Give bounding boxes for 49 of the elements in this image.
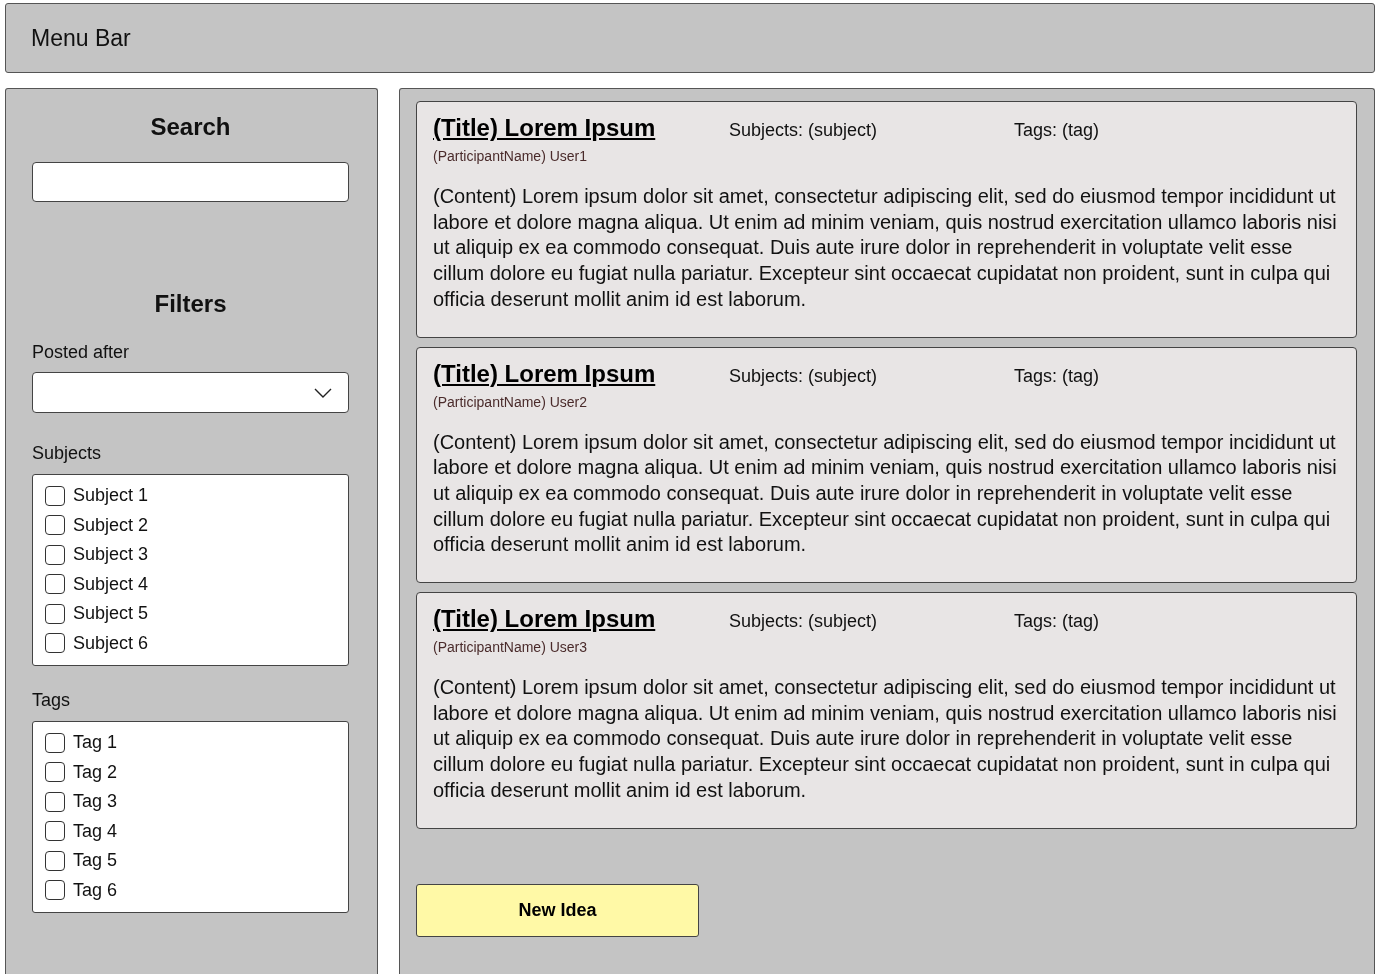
date-dropdown[interactable] xyxy=(32,372,349,413)
checkbox[interactable] xyxy=(45,762,65,783)
participant-name: (ParticipantName) User2 xyxy=(433,393,589,410)
checkbox[interactable] xyxy=(45,791,65,812)
checkbox[interactable] xyxy=(45,515,65,536)
checkbox-label[interactable]: Subject 6 xyxy=(73,631,149,655)
search-heading: Search xyxy=(149,113,232,141)
checkbox-label[interactable]: Tag 1 xyxy=(73,731,118,755)
checkbox-label[interactable]: Subject 3 xyxy=(73,543,149,567)
participant-name: (ParticipantName) User3 xyxy=(433,639,589,656)
search-field[interactable] xyxy=(32,162,349,202)
checkbox[interactable] xyxy=(45,850,65,871)
checkbox-label[interactable]: Tag 3 xyxy=(73,790,118,814)
checkbox-label[interactable]: Subject 2 xyxy=(73,513,149,537)
idea-title-link[interactable]: (Title) Lorem Ipsum xyxy=(433,359,729,388)
filters-heading: Filters xyxy=(153,290,228,318)
field-label: Posted after xyxy=(32,342,131,363)
checkbox-label[interactable]: Subject 5 xyxy=(73,602,149,626)
idea-content: (Content) Lorem ipsum dolor sit amet, consectetur adipiscing elit, sed do eiusmod tempor incididunt ut labore et dolore magna aliqua. Ut enim ad minim veniam, quis nostrud exercitation ullamco laboris nisi ut aliquip ex ea commodo consequat. Duis aute irure dolor in reprehenderit in voluptate velit esse cillum dolore eu fugiat nulla pariatur. Excepteur sint occaecat cupidatat non proident, sunt in culpa qui officia deserunt mollit anim id est laborum. xyxy=(433,429,1338,558)
checkbox[interactable] xyxy=(45,574,65,595)
checkbox[interactable] xyxy=(45,880,65,901)
checkbox-label[interactable]: Tag 4 xyxy=(73,819,118,843)
idea-tags: Tags: (tag) xyxy=(1014,365,1164,387)
idea-subjects: Subjects: (subject) xyxy=(729,365,879,387)
field-label: Subjects xyxy=(32,443,103,464)
idea-content: (Content) Lorem ipsum dolor sit amet, consectetur adipiscing elit, sed do eiusmod tempor incididunt ut labore et dolore magna aliqua. Ut enim ad minim veniam, quis nostrud exercitation ullamco laboris nisi ut aliquip ex ea commodo consequat. Duis aute irure dolor in reprehenderit in voluptate velit esse cillum dolore eu fugiat nulla pariatur. Excepteur sint occaecat cupidatat non proident, sunt in culpa qui officia deserunt mollit anim id est laborum. xyxy=(433,184,1338,312)
menu-bar-title: Menu Bar xyxy=(31,24,131,52)
idea-title-link[interactable]: (Title) Lorem Ipsum xyxy=(433,605,729,634)
idea-subjects: Subjects: (subject) xyxy=(729,611,879,633)
idea-title-link[interactable]: (Title) Lorem Ipsum xyxy=(433,114,729,142)
field-label: Tags xyxy=(32,690,72,711)
new-idea-button[interactable]: New Idea xyxy=(416,883,699,937)
checkbox-label[interactable]: Tag 2 xyxy=(73,760,118,784)
chevron-down-icon xyxy=(314,387,332,398)
checkbox-label[interactable]: Subject 1 xyxy=(73,484,149,508)
checkbox[interactable] xyxy=(45,544,65,565)
idea-content: (Content) Lorem ipsum dolor sit amet, consectetur adipiscing elit, sed do eiusmod tempor incididunt ut labore et dolore magna aliqua. Ut enim ad minim veniam, quis nostrud exercitation ullamco laboris nisi ut aliquip ex ea commodo consequat. Duis aute irure dolor in reprehenderit in voluptate velit esse cillum dolore eu fugiat nulla pariatur. Excepteur sint occaecat cupidatat non proident, sunt in culpa qui officia deserunt mollit anim id est laborum. xyxy=(433,675,1338,803)
checkbox-label[interactable]: Subject 4 xyxy=(73,572,149,596)
checkbox[interactable] xyxy=(45,633,65,654)
checkbox-label[interactable]: Tag 6 xyxy=(73,878,118,902)
checkbox-label[interactable]: Tag 5 xyxy=(73,849,118,873)
idea-subjects: Subjects: (subject) xyxy=(729,120,879,141)
participant-name: (ParticipantName) User1 xyxy=(433,148,589,164)
idea-tags: Tags: (tag) xyxy=(1014,120,1164,141)
checkbox[interactable] xyxy=(45,732,65,753)
checkbox[interactable] xyxy=(45,821,65,842)
checkbox[interactable] xyxy=(45,603,65,624)
checkbox[interactable] xyxy=(45,485,65,506)
idea-tags: Tags: (tag) xyxy=(1014,611,1164,633)
